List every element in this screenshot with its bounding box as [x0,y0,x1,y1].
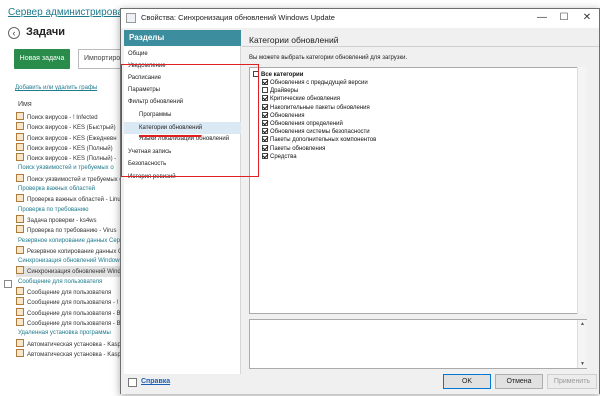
scroll-down-icon[interactable]: ▼ [580,361,585,367]
tree-item-category[interactable]: Пакеты дополнительных компонентов [262,136,376,144]
tree-item-category[interactable]: Средства [262,152,297,161]
category-checkbox[interactable] [262,79,268,85]
category-label: Обновления [270,112,305,119]
tree-item-all-categories[interactable]: Все категории [253,71,303,79]
task-group-header[interactable]: Синхронизация обновлений Windows [16,256,128,266]
task-group-header[interactable]: Проверка по требованию [16,205,128,215]
content-pane: Категории обновлений Вы можете выбрать к… [242,30,599,374]
tree-item-category[interactable]: Драйверы [262,87,298,95]
category-checkbox[interactable] [262,111,268,118]
window-icon [126,13,136,23]
tree-item-category[interactable]: Критические обновления [262,95,340,103]
task-group-header[interactable]: Резервное копирование данных Серв [16,236,128,246]
help-icon [128,378,137,387]
category-label: Пакеты обновления [270,145,326,152]
category-label: Накопительные пакеты обновления [270,104,370,111]
category-label: Обновления с предыдущей версии [270,80,368,86]
task-row[interactable]: Сообщение для пользователя [16,287,128,297]
task-row[interactable]: Синхронизация обновлений Wind [16,266,128,277]
category-checkbox[interactable] [262,95,268,102]
divider [242,46,599,47]
category-checkbox[interactable] [262,103,268,110]
category-label: Обновления системы безопасности [270,129,370,136]
back-arrow-icon[interactable]: ‹ [8,27,20,39]
category-label: Средства [270,153,297,160]
task-row[interactable]: Проверка по требованию - Virus [16,225,128,235]
category-checkbox[interactable] [262,144,268,151]
scroll-up-icon[interactable]: ▲ [580,321,585,327]
task-row[interactable]: Автоматическая установка - Kasp [16,349,128,359]
tree-item-category[interactable]: Накопительные пакеты обновления [262,103,370,112]
task-list: Поиск вирусов - ! Infected Поиск вирусов … [16,112,128,359]
task-row[interactable]: Сообщение для пользователя - В [16,318,128,328]
dialog-titlebar[interactable]: Свойства: Синхронизация обновлений Windo… [121,9,599,28]
task-group-header[interactable]: Сообщение для пользователя [16,277,128,287]
tree-item-category[interactable]: Обновления с предыдущей версии [262,79,368,87]
category-checkbox[interactable] [262,120,268,126]
description-scrollbar[interactable]: ▲ ▼ [577,320,587,368]
category-label: Пакеты дополнительных компонентов [270,137,377,144]
nav-item[interactable]: Общие [128,51,148,57]
ok-button[interactable]: OK [443,374,491,389]
apply-button[interactable]: Применить [547,374,597,389]
task-row[interactable]: Сообщение для пользователя - ! [16,297,128,307]
tree-item-category[interactable]: Обновления системы безопасности [262,128,370,136]
task-row[interactable]: Проверка важных областей - Linu [16,194,128,204]
help-link[interactable]: Справка [141,378,170,385]
task-row[interactable]: Резервное копирование данных С [16,246,128,256]
category-checkbox[interactable] [262,152,268,159]
task-group-header[interactable]: Поиск уязвимостей и требуемых о [16,163,128,173]
category-label: Все категории [261,72,304,78]
tree-item-category[interactable]: Пакеты обновления [262,144,326,153]
task-row[interactable]: Сообщение для пользователя - В [16,308,128,318]
task-row[interactable]: Поиск вирусов - ! Infected [16,112,128,122]
sections-header: Разделы [124,30,241,46]
task-row[interactable]: Поиск уязвимостей и требуемых о [16,174,128,184]
column-header-name[interactable]: Имя [18,101,32,108]
category-label: Обновления определений [270,121,343,127]
categories-tree[interactable]: Все категории Обновления с предыдущей вер… [249,67,587,314]
category-checkbox[interactable] [262,128,268,135]
dialog-title: Свойства: Синхронизация обновлений Windo… [141,13,335,22]
new-task-button[interactable]: Новая задача [14,49,70,69]
category-checkbox[interactable] [262,136,268,143]
task-row[interactable]: Задача проверки - ks4ws [16,215,128,225]
highlight-box [121,64,259,177]
category-label: Драйверы [270,88,299,95]
add-remove-columns-link[interactable]: Добавить или удалить графы [15,85,97,91]
cancel-button[interactable]: Отмена [495,374,543,389]
tree-scrollbar[interactable] [577,67,587,314]
minimize-icon[interactable]: — [535,11,549,25]
tree-item-category[interactable]: Обновления [262,111,305,120]
task-row[interactable]: Поиск вирусов - KES (Ежедневн [16,133,128,143]
task-row[interactable]: Поиск вирусов - KES (Полный) [16,143,128,153]
category-description-box: ▲ ▼ [249,319,587,369]
tree-item-category[interactable]: Обновления определений [262,120,343,128]
panel-title: Категории обновлений [249,35,339,45]
task-group-header[interactable]: Удаленная установка программы [16,328,128,338]
close-icon[interactable]: ✕ [580,11,594,25]
page-title: Задачи [26,26,65,38]
task-group-header[interactable]: Проверка важных областей [16,184,128,194]
panel-description: Вы можете выбрать категории обновлений д… [249,55,408,61]
dialog-footer: Справка OK Отмена Применить [121,374,599,394]
task-row[interactable]: Автоматическая установка - Kaspe [16,339,128,349]
category-checkbox[interactable] [262,87,268,94]
category-label: Критические обновления [270,96,340,103]
row-checkbox[interactable] [4,280,12,288]
task-row[interactable]: Поиск вирусов - KES (Полный) - [16,153,128,163]
task-row[interactable]: Поиск вирусов - KES (Быстрый) [16,122,128,132]
maximize-icon[interactable]: ☐ [557,11,571,25]
